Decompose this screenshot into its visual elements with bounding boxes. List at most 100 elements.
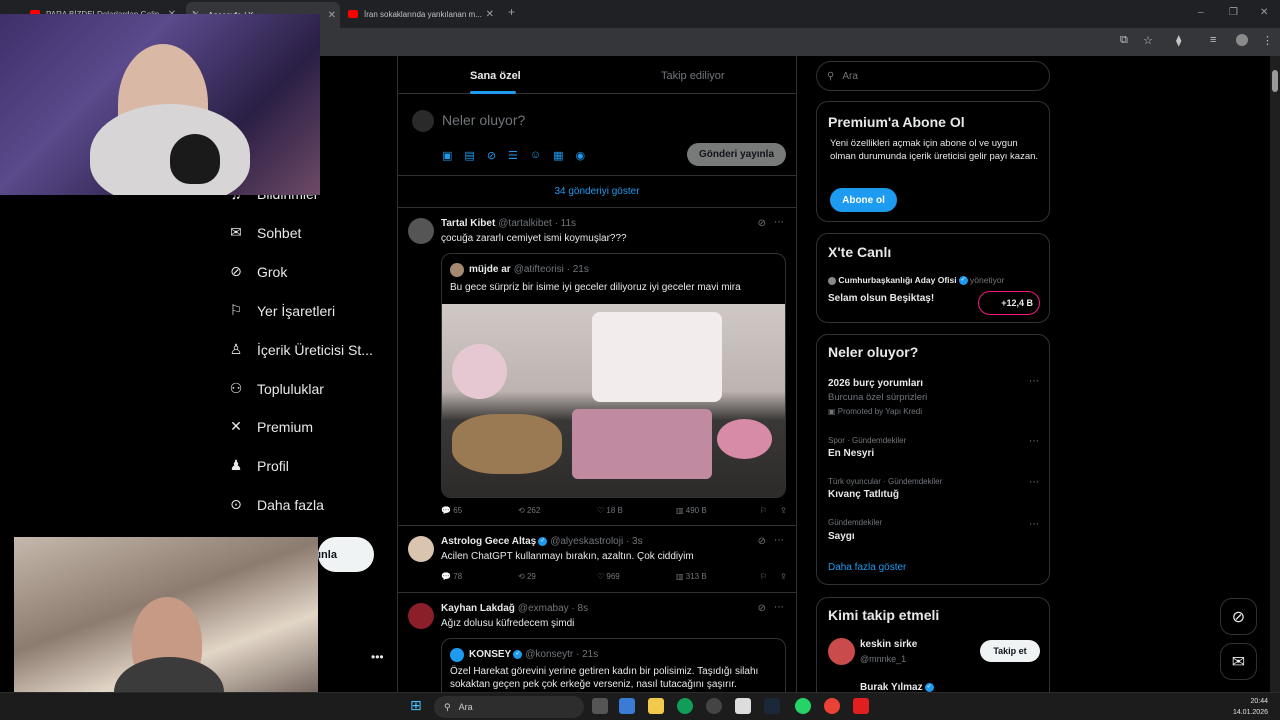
subscribe-button[interactable]: Abone ol: [830, 188, 897, 212]
post-more-icon[interactable]: ⋯: [774, 217, 784, 228]
nav-item-profile[interactable]: ♟ Profil: [227, 457, 289, 474]
edge-icon[interactable]: [677, 698, 693, 714]
account-more-icon[interactable]: •••: [371, 650, 384, 664]
post-button[interactable]: ınla: [318, 537, 374, 572]
browser-tab[interactable]: İran sokaklarında yankılanan m... ✕: [348, 4, 498, 24]
messages-floating-button[interactable]: ✉: [1220, 643, 1257, 680]
extensions-icon[interactable]: ⧫: [1176, 34, 1181, 47]
trend-name[interactable]: Saygı: [828, 531, 855, 542]
bookmark-icon[interactable]: ⚐: [760, 572, 780, 581]
like-button[interactable]: ♡ 18 B: [597, 506, 676, 515]
close-tab-icon[interactable]: ✕: [328, 10, 336, 21]
repost-button[interactable]: ⟲ 262: [518, 506, 597, 515]
bookmark-star-icon[interactable]: ☆: [1143, 34, 1153, 47]
grok-icon[interactable]: ⊘: [487, 149, 496, 162]
post-author[interactable]: Kayhan Lakdağ: [441, 603, 515, 614]
follow-button[interactable]: Takip et: [980, 640, 1040, 662]
steam-icon[interactable]: [764, 698, 780, 714]
store-icon[interactable]: [735, 698, 751, 714]
whatsapp-icon[interactable]: [795, 698, 811, 714]
post[interactable]: Kayhan Lakdağ @exmabay · 8s ⊘ ⋯ Ağız dolu…: [398, 593, 796, 692]
post[interactable]: Tartal Kibet @tartalkibet · 11s ⊘ ⋯ çocuğ…: [398, 208, 796, 526]
nav-item-more[interactable]: ⊙ Daha fazla: [227, 496, 324, 513]
emoji-icon[interactable]: ☺: [530, 149, 541, 162]
post[interactable]: Astrolog Gece Altaş ✓ @alyeskastroloji · 3…: [398, 526, 796, 593]
kebab-menu-icon[interactable]: ⋮: [1262, 34, 1273, 47]
trend-name[interactable]: En Nesyri: [828, 448, 874, 459]
reading-list-icon[interactable]: ≡: [1210, 34, 1216, 46]
grok-explain-icon[interactable]: ⊘: [758, 536, 766, 547]
show-more-link[interactable]: Daha fazla göster: [828, 562, 906, 573]
nav-item-chat[interactable]: ✉ Sohbet: [227, 224, 301, 241]
close-window-button[interactable]: ✕: [1260, 7, 1268, 18]
screen-share-icon[interactable]: ⧉: [1120, 34, 1128, 47]
live-host[interactable]: Cumhurbaşkanlığı Aday Ofisi ✓ yönetiyor: [828, 275, 1005, 286]
chrome-icon[interactable]: [824, 698, 840, 714]
app-icon[interactable]: [706, 698, 722, 714]
reply-button[interactable]: 💬 65: [441, 506, 518, 515]
post-image[interactable]: [442, 304, 785, 497]
trend-more-icon[interactable]: ⋯: [1029, 376, 1039, 387]
minimize-button[interactable]: –: [1198, 7, 1204, 18]
gif-icon[interactable]: ▤: [464, 149, 474, 162]
nav-item-premium[interactable]: ✕ Premium: [227, 418, 313, 435]
quoted-post[interactable]: KONSEY ✓ @konseytr · 21s Özel Harekat göre…: [441, 638, 786, 692]
trend-name[interactable]: 2026 burç yorumları: [828, 378, 923, 389]
views-button[interactable]: ▥ 490 B: [676, 506, 760, 515]
live-listeners-badge[interactable]: +12,4 B: [978, 291, 1040, 315]
task-view-icon[interactable]: [592, 698, 608, 714]
avatar[interactable]: [408, 218, 434, 244]
poll-icon[interactable]: ☰: [508, 149, 518, 162]
show-new-posts[interactable]: 34 gönderiyi göster: [398, 176, 796, 208]
trend-more-icon[interactable]: ⋯: [1029, 477, 1039, 488]
taskbar-search[interactable]: ⚲ Ara: [434, 696, 584, 718]
trend-more-icon[interactable]: ⋯: [1029, 436, 1039, 447]
post-author[interactable]: Astrolog Gece Altaş: [441, 536, 536, 547]
avatar[interactable]: [828, 638, 855, 665]
suggested-user-name[interactable]: keskin sirke: [860, 639, 917, 650]
new-tab-button[interactable]: +: [508, 5, 515, 19]
post-submit-button[interactable]: Gönderi yayınla: [687, 143, 786, 166]
search-input[interactable]: ⚲ Ara: [816, 61, 1050, 91]
location-icon[interactable]: ◉: [576, 149, 586, 162]
scrollbar[interactable]: [1270, 56, 1280, 692]
more-circle-icon: ⊙: [230, 496, 242, 512]
taskbar-clock[interactable]: 20:44 14.01.2026: [1233, 696, 1268, 718]
like-button[interactable]: ♡ 969: [597, 572, 676, 581]
post-author[interactable]: Tartal Kibet: [441, 218, 495, 229]
trend-more-icon[interactable]: ⋯: [1029, 519, 1039, 530]
grok-explain-icon[interactable]: ⊘: [758, 218, 766, 229]
tab-for-you[interactable]: Sana özel: [470, 70, 521, 82]
schedule-icon[interactable]: ▦: [553, 149, 563, 162]
quoted-post[interactable]: müjde ar @atifteorisi · 21s Bu gece sürpr…: [441, 253, 786, 498]
image-icon[interactable]: ▣: [442, 149, 452, 162]
repost-button[interactable]: ⟲ 29: [518, 572, 597, 581]
live-text[interactable]: Selam olsun Beşiktaş!: [828, 293, 934, 304]
nav-item-grok[interactable]: ⊘ Grok: [227, 263, 287, 280]
reply-button[interactable]: 💬 78: [441, 572, 518, 581]
grok-explain-icon[interactable]: ⊘: [758, 603, 766, 614]
trend-name[interactable]: Kıvanç Tatlıtuğ: [828, 489, 899, 500]
file-explorer-icon[interactable]: [648, 698, 664, 714]
post-more-icon[interactable]: ⋯: [774, 602, 784, 613]
profile-avatar-icon[interactable]: [1236, 34, 1248, 46]
post-more-icon[interactable]: ⋯: [774, 535, 784, 546]
views-button[interactable]: ▥ 313 B: [676, 572, 760, 581]
restore-button[interactable]: ❐: [1229, 7, 1238, 18]
nav-item-bookmarks[interactable]: ⚐ Yer İşaretleri: [227, 302, 335, 319]
scrollbar-thumb[interactable]: [1272, 70, 1278, 92]
share-icon[interactable]: ⇪: [780, 572, 787, 581]
share-icon[interactable]: ⇪: [780, 506, 787, 515]
tab-following[interactable]: Takip ediliyor: [661, 70, 725, 82]
windows-start-icon[interactable]: ⊞: [410, 697, 426, 713]
avatar[interactable]: [408, 603, 434, 629]
avatar[interactable]: [408, 536, 434, 562]
compose-input[interactable]: Neler oluyor?: [442, 112, 525, 128]
grok-floating-button[interactable]: ⊘: [1220, 598, 1257, 635]
bookmark-icon[interactable]: ⚐: [760, 506, 780, 515]
streaming-app-icon[interactable]: [853, 698, 869, 714]
copilot-icon[interactable]: [619, 698, 635, 714]
close-tab-icon[interactable]: ✕: [486, 9, 494, 20]
nav-item-communities[interactable]: ⚇ Topluluklar: [227, 380, 324, 397]
nav-item-creator-studio[interactable]: ♙ İçerik Üreticisi St...: [227, 341, 373, 358]
